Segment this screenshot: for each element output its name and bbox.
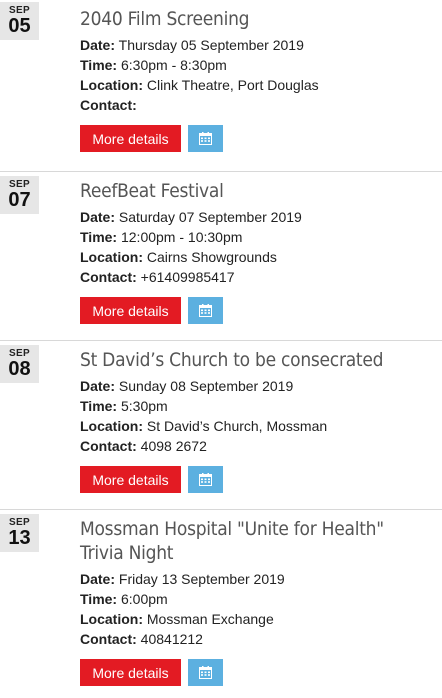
more-details-button[interactable]: More details — [80, 125, 181, 152]
event-location: Clink Theatre, Port Douglas — [146, 77, 319, 93]
contact-label: Contact: — [80, 438, 137, 454]
date-label: Date: — [80, 37, 116, 53]
event-contact-row: Contact: 40841212 — [80, 629, 438, 649]
date-label: Date: — [80, 571, 116, 587]
event-location: Mossman Exchange — [146, 611, 274, 627]
date-day: 13 — [8, 527, 31, 549]
event-item: SEP 05 2040 Film Screening Date: Thursda… — [0, 0, 442, 171]
calendar-icon — [199, 304, 212, 317]
event-actions: More details — [80, 297, 438, 324]
time-label: Time: — [80, 591, 118, 607]
event-contact: +61409985417 — [140, 269, 235, 285]
event-actions: More details — [80, 125, 438, 152]
add-to-calendar-button[interactable] — [188, 466, 223, 493]
event-location-row: Location: St David’s Church, Mossman — [80, 416, 438, 436]
event-time: 6:30pm - 8:30pm — [120, 57, 227, 73]
event-actions: More details — [80, 466, 438, 493]
event-location-row: Location: Mossman Exchange — [80, 609, 438, 629]
event-item: SEP 13 Mossman Hospital "Unite for Healt… — [0, 509, 442, 696]
event-time-row: Time: 6:00pm — [80, 589, 438, 609]
add-to-calendar-button[interactable] — [188, 125, 223, 152]
event-date: Friday 13 September 2019 — [118, 571, 285, 587]
event-date-row: Date: Sunday 08 September 2019 — [80, 376, 438, 396]
location-label: Location: — [80, 249, 143, 265]
event-content: Mossman Hospital "Unite for Health" Triv… — [80, 517, 438, 686]
date-day: 05 — [8, 15, 31, 37]
event-date: Sunday 08 September 2019 — [118, 378, 294, 394]
event-time-row: Time: 6:30pm - 8:30pm — [80, 55, 438, 75]
date-badge: SEP 07 — [0, 176, 39, 214]
contact-label: Contact: — [80, 269, 137, 285]
event-location-row: Location: Clink Theatre, Port Douglas — [80, 75, 438, 95]
contact-label: Contact: — [80, 631, 137, 647]
location-label: Location: — [80, 77, 143, 93]
event-date: Saturday 07 September 2019 — [118, 209, 302, 225]
event-time-row: Time: 5:30pm — [80, 396, 438, 416]
event-contact: 40841212 — [140, 631, 203, 647]
event-contact-row: Contact: 4098 2672 — [80, 436, 438, 456]
event-date-row: Date: Thursday 05 September 2019 — [80, 35, 438, 55]
event-location: St David’s Church, Mossman — [146, 418, 328, 434]
location-label: Location: — [80, 611, 143, 627]
add-to-calendar-button[interactable] — [188, 297, 223, 324]
date-badge: SEP 08 — [0, 345, 39, 383]
event-list: SEP 05 2040 Film Screening Date: Thursda… — [0, 0, 442, 696]
location-label: Location: — [80, 418, 143, 434]
event-time-row: Time: 12:00pm - 10:30pm — [80, 227, 438, 247]
event-contact-row: Contact: — [80, 95, 438, 115]
event-date-row: Date: Friday 13 September 2019 — [80, 569, 438, 589]
event-title[interactable]: 2040 Film Screening — [80, 7, 402, 31]
calendar-icon — [199, 666, 212, 679]
time-label: Time: — [80, 229, 118, 245]
time-label: Time: — [80, 57, 118, 73]
event-time: 12:00pm - 10:30pm — [120, 229, 243, 245]
date-day: 08 — [8, 358, 31, 380]
event-date-row: Date: Saturday 07 September 2019 — [80, 207, 438, 227]
event-location: Cairns Showgrounds — [146, 249, 277, 265]
more-details-button[interactable]: More details — [80, 297, 181, 324]
event-title[interactable]: ReefBeat Festival — [80, 179, 402, 203]
add-to-calendar-button[interactable] — [188, 659, 223, 686]
event-title[interactable]: St David’s Church to be consecrated — [80, 348, 402, 372]
date-badge: SEP 05 — [0, 2, 39, 40]
event-content: 2040 Film Screening Date: Thursday 05 Se… — [80, 7, 438, 152]
event-content: ReefBeat Festival Date: Saturday 07 Sept… — [80, 179, 438, 324]
date-label: Date: — [80, 378, 116, 394]
date-label: Date: — [80, 209, 116, 225]
date-badge: SEP 13 — [0, 514, 39, 552]
event-item: SEP 08 St David’s Church to be consecrat… — [0, 340, 442, 509]
more-details-button[interactable]: More details — [80, 659, 181, 686]
event-title[interactable]: Mossman Hospital "Unite for Health" Triv… — [80, 517, 431, 565]
event-content: St David’s Church to be consecrated Date… — [80, 348, 438, 493]
event-date: Thursday 05 September 2019 — [118, 37, 304, 53]
event-actions: More details — [80, 659, 438, 686]
event-time: 5:30pm — [120, 398, 168, 414]
event-contact: 4098 2672 — [140, 438, 207, 454]
time-label: Time: — [80, 398, 118, 414]
event-location-row: Location: Cairns Showgrounds — [80, 247, 438, 267]
calendar-icon — [199, 473, 212, 486]
calendar-icon — [199, 132, 212, 145]
more-details-button[interactable]: More details — [80, 466, 181, 493]
contact-label: Contact: — [80, 97, 137, 113]
event-item: SEP 07 ReefBeat Festival Date: Saturday … — [0, 171, 442, 340]
event-contact-row: Contact: +61409985417 — [80, 267, 438, 287]
date-day: 07 — [8, 189, 31, 211]
event-time: 6:00pm — [120, 591, 168, 607]
